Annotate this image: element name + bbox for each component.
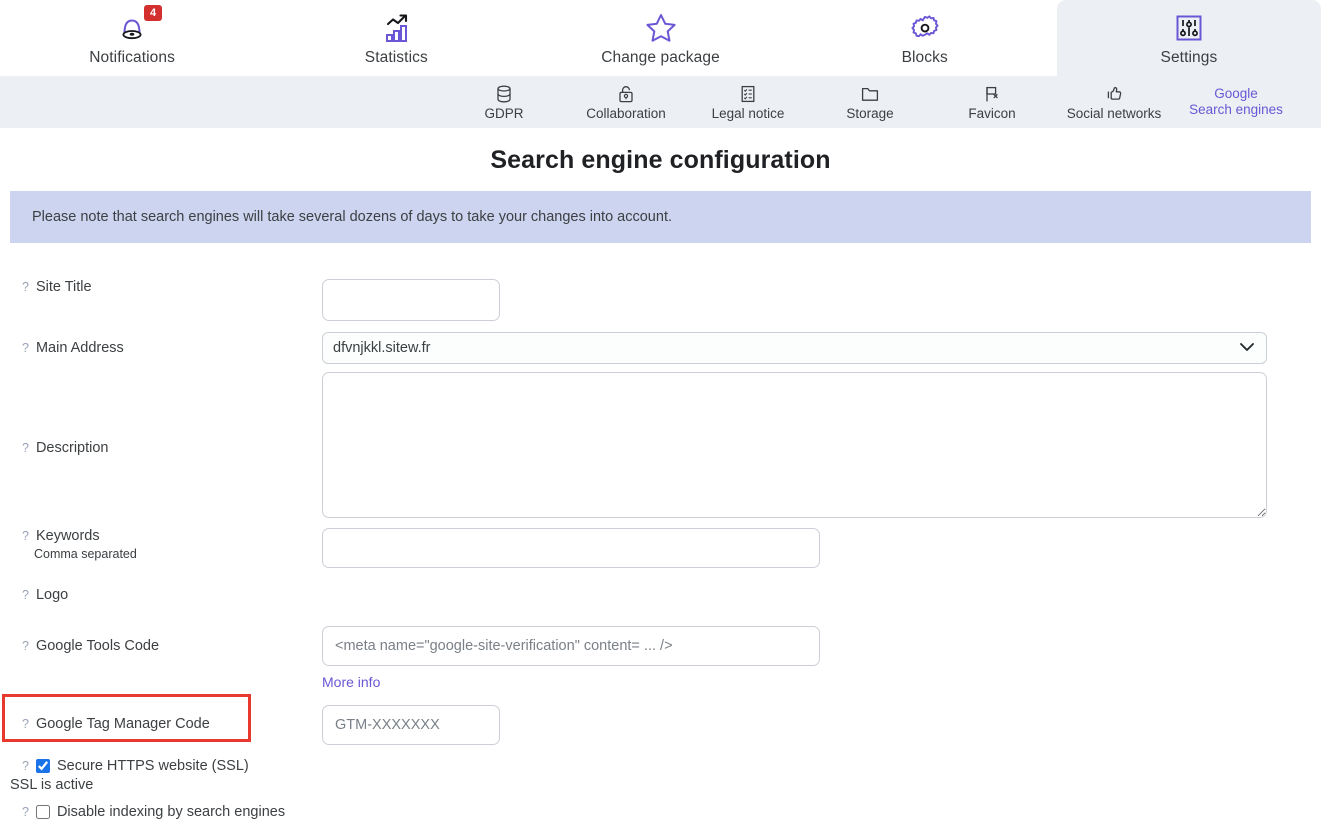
keywords-hint: Comma separated [34, 546, 137, 561]
keywords-input[interactable] [322, 528, 820, 568]
unlock-icon [616, 82, 636, 106]
notifications-badge: 4 [144, 5, 163, 21]
field-row-logo: ? Logo [0, 587, 1321, 604]
help-icon-keywords[interactable]: ? [22, 528, 29, 545]
subnav-item-collaboration[interactable]: Collaboration [565, 82, 687, 122]
help-icon-google-tools-code[interactable]: ? [22, 638, 29, 655]
primary-navigation: 4 Notifications Statistics Change packag… [0, 0, 1321, 76]
subnav-label-storage: Storage [846, 106, 894, 122]
help-icon-main-address[interactable]: ? [22, 340, 29, 357]
label-text-google-tools-code: Google Tools Code [35, 637, 160, 654]
subnav-item-gdpr[interactable]: GDPR [443, 82, 565, 122]
subnav-item-storage[interactable]: Storage [809, 82, 931, 122]
sliders-icon [1173, 8, 1205, 48]
field-row-disable-indexing: ? Disable indexing by search engines [0, 804, 1321, 821]
topnav-label-blocks: Blocks [901, 49, 948, 66]
field-row-site-title: ? Site Title [0, 279, 1321, 321]
search-engine-form: ? Site Title ? Main Address dfvnjkkl.sit… [0, 243, 1321, 821]
topnav-item-notifications[interactable]: 4 Notifications [0, 0, 264, 76]
label-text-description: Description [35, 440, 109, 456]
field-row-google-tools-code: ? Google Tools Code More info [0, 625, 1321, 692]
subnav-item-favicon[interactable]: Favicon [931, 82, 1053, 122]
field-row-main-address: ? Main Address dfvnjkkl.sitew.fr [0, 332, 1321, 364]
field-row-ssl: ? Secure HTTPS website (SSL) SSL is acti… [0, 758, 1321, 793]
subnav-item-social-networks[interactable]: Social networks [1053, 82, 1175, 122]
star-icon [643, 8, 679, 48]
label-text-ssl: Secure HTTPS website (SSL) [56, 758, 249, 775]
topnav-label-change-package: Change package [601, 49, 720, 66]
topnav-label-statistics: Statistics [364, 49, 428, 66]
database-icon [494, 82, 514, 106]
help-icon-description[interactable]: ? [22, 440, 29, 457]
main-address-select[interactable]: dfvnjkkl.sitew.fr [322, 332, 1267, 364]
field-row-keywords: ? Keywords Comma separated [0, 528, 1321, 568]
ssl-status-text: SSL is active [10, 776, 94, 793]
thumbs-up-icon [1104, 82, 1124, 106]
document-list-icon [738, 82, 758, 106]
main-address-select-wrapper: dfvnjkkl.sitew.fr [322, 332, 1267, 364]
google-tools-code-group: More info [322, 625, 820, 692]
topnav-item-blocks[interactable]: Blocks [793, 0, 1057, 76]
gtm-code-input[interactable] [322, 704, 500, 745]
folder-icon [860, 82, 880, 106]
subnav-label-search-engines: Search engines [1189, 101, 1283, 117]
subnav-item-search-engines[interactable]: Google Search engines [1175, 85, 1297, 118]
gear-icon [908, 8, 942, 48]
ssl-checkbox[interactable] [35, 759, 50, 774]
help-icon-disable-indexing[interactable]: ? [22, 804, 29, 821]
topnav-label-settings: Settings [1160, 49, 1218, 66]
help-icon-site-title[interactable]: ? [22, 279, 29, 296]
description-textarea[interactable] [322, 372, 1267, 518]
subnav-item-legal-notice[interactable]: Legal notice [687, 82, 809, 122]
google-text-icon: Google [1214, 85, 1258, 101]
field-row-gtm-code: ? Google Tag Manager Code [0, 704, 1321, 745]
label-text-site-title: Site Title [35, 279, 92, 295]
label-text-main-address: Main Address [35, 339, 124, 356]
more-info-link[interactable]: More info [322, 674, 380, 690]
subnav-label-collaboration: Collaboration [586, 106, 666, 122]
bell-icon: 4 [115, 5, 163, 48]
topnav-item-settings[interactable]: Settings [1056, 0, 1321, 76]
flag-icon [982, 82, 1002, 106]
page-title: Search engine configuration [490, 146, 831, 174]
site-title-input[interactable] [322, 279, 500, 321]
topnav-label-notifications: Notifications [89, 49, 175, 66]
subnav-label-favicon: Favicon [968, 106, 1016, 122]
info-notice: Please note that search engines will tak… [10, 191, 1311, 243]
help-icon-gtm-code[interactable]: ? [22, 716, 29, 733]
label-keywords: ? Keywords Comma separated [0, 528, 322, 561]
label-main-address: ? Main Address [0, 340, 322, 357]
field-row-description: ? Description [0, 372, 1321, 518]
google-tools-code-input[interactable] [322, 625, 820, 666]
label-text-gtm-code: Google Tag Manager Code [35, 715, 210, 732]
bar-chart-icon [379, 8, 413, 48]
subnav-label-gdpr: GDPR [484, 106, 524, 122]
secondary-navigation: GDPR Collaboration Legal notice Storage … [0, 76, 1321, 128]
ssl-checkbox-row: ? Secure HTTPS website (SSL) [22, 758, 1321, 775]
label-text-keywords: Keywords [35, 528, 100, 544]
label-description: ? Description [0, 372, 322, 457]
help-icon-ssl[interactable]: ? [22, 758, 29, 775]
help-icon-logo[interactable]: ? [22, 587, 29, 604]
topnav-item-statistics[interactable]: Statistics [264, 0, 528, 76]
disable-indexing-checkbox-row: ? Disable indexing by search engines [22, 804, 1321, 821]
subnav-label-legal-notice: Legal notice [711, 106, 785, 122]
label-text-disable-indexing: Disable indexing by search engines [56, 804, 286, 821]
disable-indexing-checkbox[interactable] [35, 805, 50, 820]
label-google-tools-code: ? Google Tools Code [0, 626, 322, 655]
label-logo: ? Logo [0, 587, 322, 604]
topnav-item-change-package[interactable]: Change package [528, 0, 792, 76]
label-site-title: ? Site Title [0, 279, 322, 296]
label-text-logo: Logo [35, 587, 69, 603]
subnav-label-social-networks: Social networks [1066, 106, 1162, 122]
label-gtm-code: ? Google Tag Manager Code [0, 705, 322, 733]
